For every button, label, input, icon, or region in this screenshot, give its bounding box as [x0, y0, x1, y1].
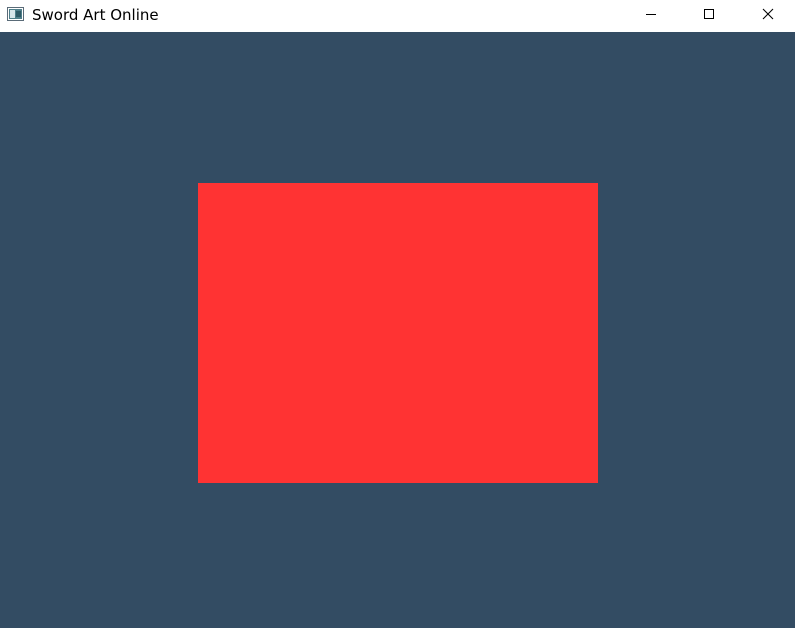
maximize-button[interactable]	[686, 0, 732, 31]
close-icon	[762, 7, 774, 25]
window-title: Sword Art Online	[32, 6, 159, 24]
minimize-icon	[645, 7, 657, 25]
red-rectangle	[198, 183, 598, 483]
render-canvas[interactable]	[0, 32, 795, 628]
minimize-button[interactable]	[628, 0, 674, 31]
title-bar[interactable]: Sword Art Online	[0, 0, 795, 32]
app-window: Sword Art Online	[0, 0, 795, 628]
window-app-icon	[7, 7, 24, 21]
close-button[interactable]	[745, 0, 791, 31]
maximize-icon	[703, 7, 715, 25]
